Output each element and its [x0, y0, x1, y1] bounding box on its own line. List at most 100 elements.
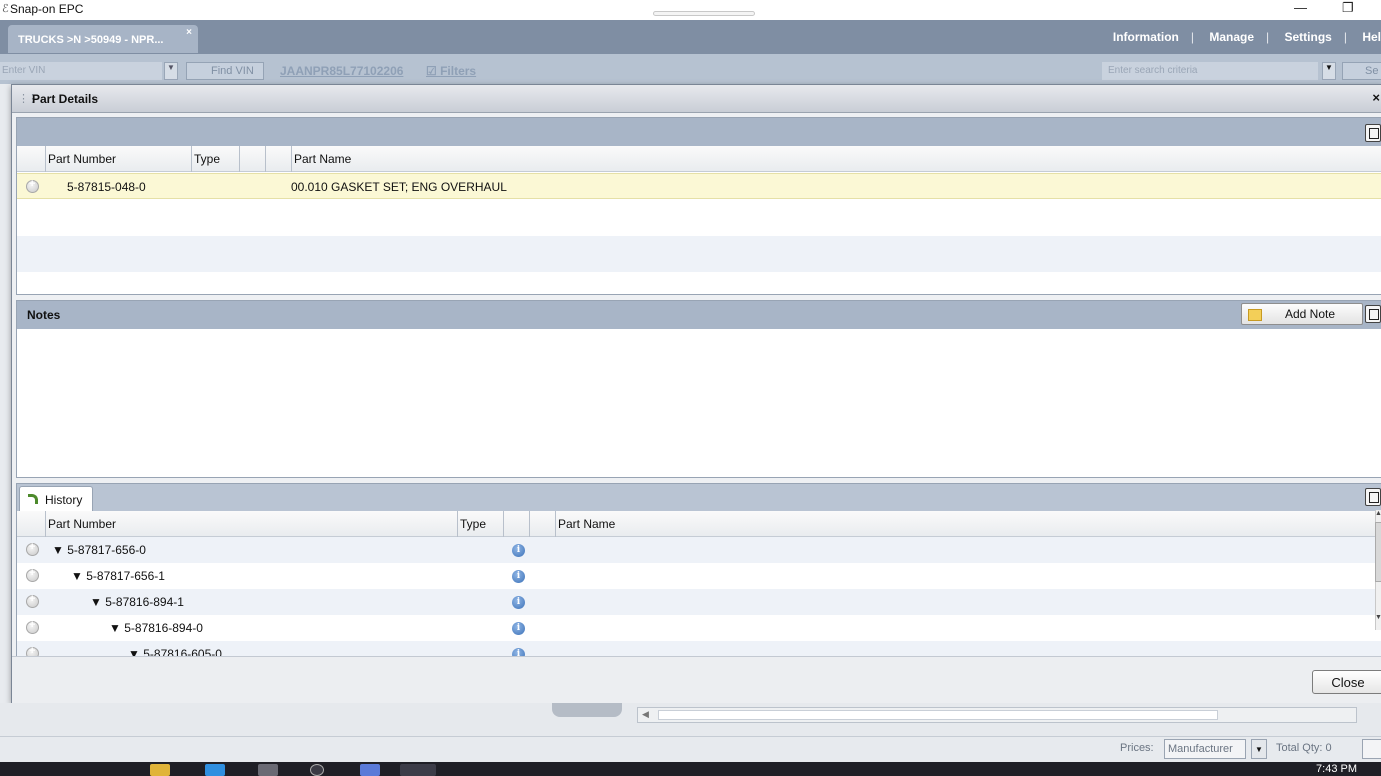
- col-part-name[interactable]: Part Name: [291, 146, 1381, 172]
- expand-plus-icon[interactable]: [26, 541, 39, 556]
- col-type[interactable]: Type: [191, 146, 239, 172]
- vehicle-tab[interactable]: TRUCKS >N >50949 - NPR... ×: [8, 25, 198, 53]
- history-part-number: ▼ 5-87817-656-1: [71, 569, 165, 583]
- parts-panel-header: [17, 118, 1381, 146]
- notes-title: Notes: [27, 308, 61, 322]
- find-vin-button[interactable]: Find VIN: [186, 62, 264, 80]
- col-spacer: [265, 146, 291, 172]
- vin-dropdown-arrow[interactable]: ▼: [164, 62, 178, 80]
- filters-link[interactable]: ☑ Filters: [426, 64, 476, 78]
- notes-row: [17, 329, 1381, 355]
- settings-link[interactable]: Settings: [1285, 30, 1332, 44]
- history-tab-label: History: [45, 493, 83, 507]
- add-note-button[interactable]: Add Note: [1241, 303, 1363, 325]
- window-title-bar: ℰ Snap-on EPC — ❐: [0, 0, 1381, 20]
- taskbar-clock: 7:43 PM: [1316, 763, 1357, 775]
- scroll-down-arrow[interactable]: ▼: [1375, 614, 1381, 626]
- expand-plus-icon[interactable]: [26, 178, 39, 193]
- app-icon: ℰ: [2, 3, 9, 15]
- part-name-cell: 00.010 GASKET SET; ENG OVERHAUL: [291, 180, 507, 194]
- expand-plus-icon[interactable]: [26, 619, 39, 634]
- scroll-left-arrow[interactable]: ◀: [642, 709, 649, 720]
- filters-label: Filters: [440, 64, 477, 78]
- history-column-header: Part Number Type Part Name: [17, 511, 1381, 537]
- prices-label: Prices:: [1120, 742, 1154, 754]
- information-link[interactable]: Information: [1113, 30, 1179, 44]
- scroll-thumb[interactable]: [1375, 522, 1381, 582]
- notes-row: [17, 381, 1381, 407]
- table-row[interactable]: ▼ 5-87816-894-0 i: [17, 615, 1381, 641]
- active-app-icon[interactable]: [400, 764, 436, 776]
- notes-row: [17, 407, 1381, 433]
- notes-row: [17, 355, 1381, 381]
- taskbar-app-icon[interactable]: [258, 764, 278, 776]
- search-button[interactable]: Se: [1342, 62, 1381, 80]
- vin-bar: Enter VIN ▼ Find VIN JAANPR85L77102206 ☑…: [0, 54, 1381, 84]
- background-tab: [552, 703, 622, 717]
- info-icon[interactable]: i: [512, 596, 525, 609]
- browser-icon[interactable]: [310, 764, 324, 776]
- parts-panel: Part Number Type Part Name 5-87815-048-0…: [16, 117, 1381, 295]
- history-part-number: ▼ 5-87816-894-1: [90, 595, 184, 609]
- col-part-number[interactable]: Part Number: [45, 146, 191, 172]
- file-explorer-icon[interactable]: [150, 764, 170, 776]
- search-button-label: Se: [1365, 65, 1379, 77]
- history-part-number: ▼ 5-87816-894-0: [109, 621, 203, 635]
- dialog-close-icon[interactable]: ×: [1372, 90, 1380, 105]
- notes-maximize-button[interactable]: [1365, 305, 1381, 323]
- background-hscroll[interactable]: ◀: [637, 707, 1357, 723]
- window-drag-handle[interactable]: [653, 11, 755, 16]
- col-part-name[interactable]: Part Name: [555, 511, 1377, 537]
- search-input[interactable]: Enter search criteria: [1102, 62, 1318, 80]
- parts-column-header: Part Number Type Part Name: [17, 146, 1381, 172]
- history-maximize-button[interactable]: [1365, 488, 1381, 506]
- table-row[interactable]: 5-87815-048-0 00.010 GASKET SET; ENG OVE…: [17, 173, 1381, 199]
- col-part-number[interactable]: Part Number: [45, 511, 457, 537]
- total-qty: Total Qty: 0: [1276, 742, 1332, 754]
- parts-maximize-button[interactable]: [1365, 124, 1381, 142]
- tab-history[interactable]: History: [19, 486, 93, 511]
- dialog-header[interactable]: ⋮⋮ Part Details ×: [12, 85, 1381, 113]
- info-icon[interactable]: i: [512, 544, 525, 557]
- history-part-number: ▼ 5-87817-656-0: [52, 543, 146, 557]
- expand-plus-icon[interactable]: [26, 567, 39, 582]
- top-links: Information | Manage | Settings | Hel: [1112, 30, 1381, 44]
- close-button[interactable]: Close: [1312, 670, 1381, 694]
- cart-icon[interactable]: [1362, 739, 1381, 759]
- dialog-title: Part Details: [32, 92, 99, 106]
- minimize-button[interactable]: —: [1294, 0, 1307, 15]
- vehicle-tab-close-icon[interactable]: ×: [186, 27, 192, 38]
- search-dropdown-arrow[interactable]: ▼: [1322, 62, 1336, 80]
- col-info[interactable]: [503, 511, 529, 537]
- os-taskbar: 7:43 PM: [0, 762, 1381, 776]
- restore-button[interactable]: ❐: [1342, 0, 1354, 16]
- window-title: Snap-on EPC: [10, 2, 84, 16]
- table-row[interactable]: ▼ 5-87817-656-0 i: [17, 537, 1381, 563]
- part-details-dialog: ⋮⋮ Part Details × Part Number Type Part …: [11, 84, 1381, 704]
- col-spacer: [529, 511, 555, 537]
- col-blank[interactable]: [239, 146, 265, 172]
- hscroll-track[interactable]: [658, 710, 1218, 720]
- prices-dropdown-arrow[interactable]: ▼: [1251, 739, 1267, 759]
- manage-link[interactable]: Manage: [1209, 30, 1254, 44]
- note-icon: [1248, 309, 1262, 321]
- table-row[interactable]: ▼ 5-87817-656-1 i: [17, 563, 1381, 589]
- vin-code-link[interactable]: JAANPR85L77102206: [280, 64, 403, 78]
- info-icon[interactable]: i: [512, 570, 525, 583]
- dialog-footer: Close: [12, 656, 1381, 704]
- info-icon[interactable]: i: [512, 622, 525, 635]
- taskbar-app-icon[interactable]: [205, 764, 225, 776]
- col-type[interactable]: Type: [457, 511, 503, 537]
- expand-plus-icon[interactable]: [26, 593, 39, 608]
- history-panel-header: History: [17, 484, 1381, 511]
- vin-input[interactable]: Enter VIN: [0, 62, 162, 80]
- table-row[interactable]: ▼ 5-87816-894-1 i: [17, 589, 1381, 615]
- notes-panel: Notes Add Note: [16, 300, 1381, 478]
- find-vin-label: Find VIN: [211, 65, 254, 77]
- history-arrow-icon: [28, 494, 38, 504]
- history-panel: History Part Number Type Part Name ▼ 5-8…: [16, 483, 1381, 659]
- taskbar-app-icon[interactable]: [360, 764, 380, 776]
- prices-select[interactable]: Manufacturer: [1164, 739, 1246, 759]
- vehicle-tab-label: TRUCKS >N >50949 - NPR...: [18, 34, 164, 46]
- help-link[interactable]: Hel: [1362, 30, 1381, 44]
